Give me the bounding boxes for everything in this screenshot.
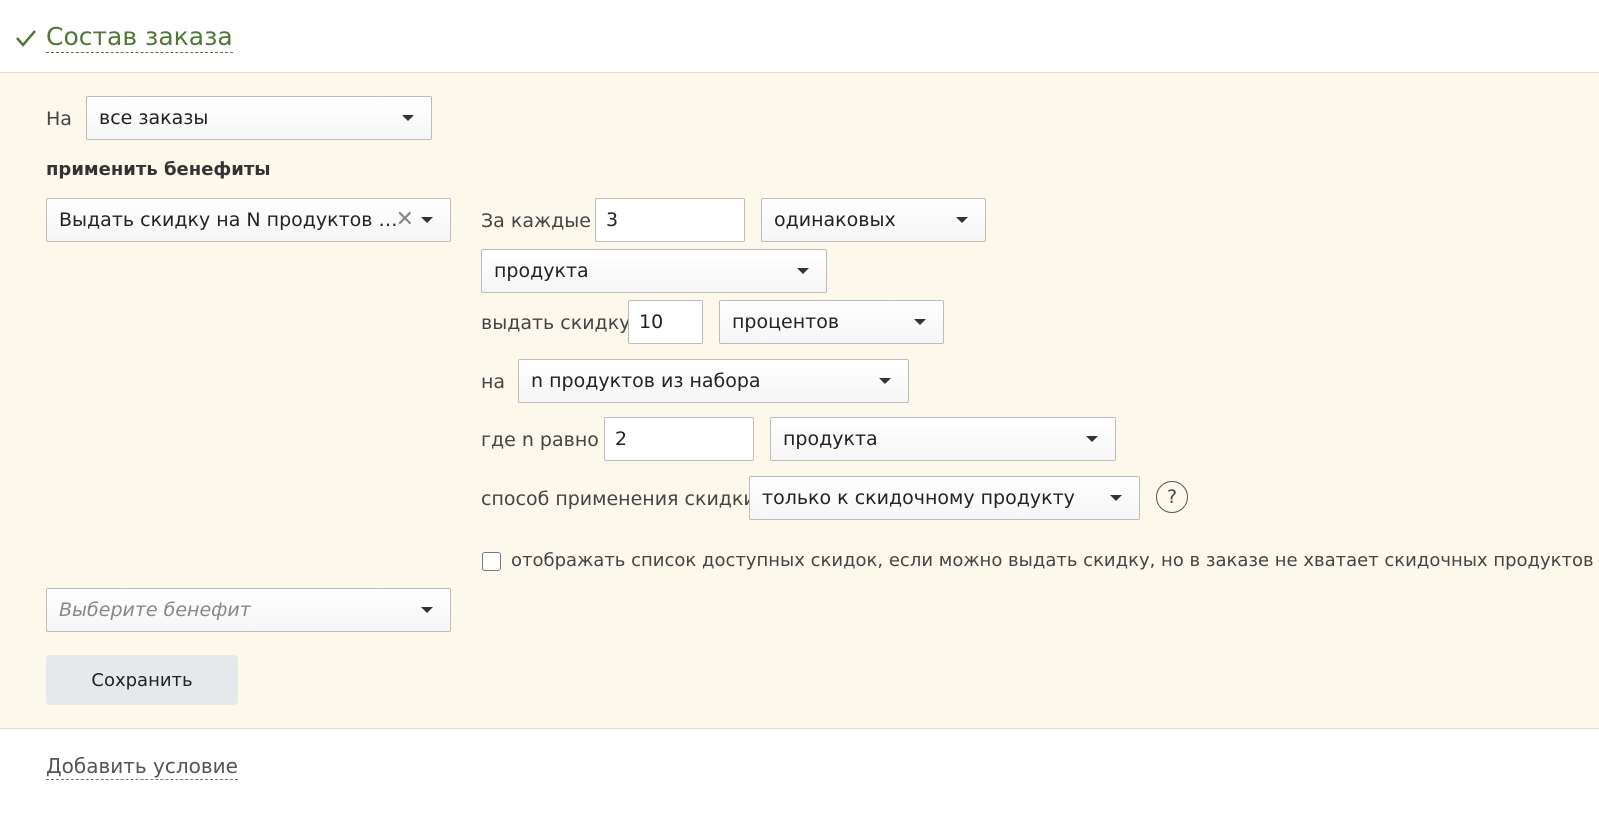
target-select[interactable]: n продуктов из набора <box>518 359 909 403</box>
chevron-down-icon <box>956 217 968 223</box>
method-label: способ применения скидки <box>481 488 756 510</box>
method-select[interactable]: только к скидочному продукту <box>749 476 1140 520</box>
show-list-checkbox[interactable] <box>482 552 501 571</box>
section-title[interactable]: Состав заказа <box>46 22 233 53</box>
chevron-down-icon <box>402 115 414 121</box>
check-icon <box>16 30 36 47</box>
on-label: на <box>481 371 506 393</box>
section-header: Состав заказа <box>0 0 1599 73</box>
save-button[interactable]: Сохранить <box>46 655 238 705</box>
n-unit-select[interactable]: продукта <box>770 417 1116 461</box>
chevron-down-icon <box>421 217 433 223</box>
chevron-down-icon <box>914 319 926 325</box>
scope-label: На <box>46 108 72 130</box>
discount-type-select[interactable]: процентов <box>719 300 944 344</box>
scope-select[interactable]: все заказы <box>86 96 432 140</box>
clear-icon[interactable]: ✕ <box>396 199 414 241</box>
chevron-down-icon <box>421 607 433 613</box>
chevron-down-icon <box>797 268 809 274</box>
benefits-heading: применить бенефиты <box>46 159 271 180</box>
add-condition-link[interactable]: Добавить условие <box>46 754 238 780</box>
show-list-label: отображать список доступных скидок, если… <box>511 550 1594 571</box>
discount-value-input[interactable] <box>628 300 703 344</box>
n-value-input[interactable] <box>604 417 754 461</box>
condition-panel: На все заказы применить бенефиты Выдать … <box>0 73 1599 729</box>
unit-select[interactable]: продукта <box>481 249 827 293</box>
chevron-down-icon <box>879 378 891 384</box>
help-icon[interactable]: ? <box>1156 481 1188 513</box>
for-each-label: За каждые <box>481 210 591 232</box>
new-benefit-select[interactable]: Выберите бенефит <box>46 588 451 632</box>
give-discount-label: выдать скидку <box>481 312 631 334</box>
where-n-label: где n равно <box>481 429 599 451</box>
for-each-count-input[interactable] <box>595 198 745 242</box>
benefit-select[interactable]: Выдать скидку на N продуктов при ... ✕ <box>46 198 451 242</box>
chevron-down-icon <box>1086 436 1098 442</box>
chevron-down-icon <box>1110 495 1122 501</box>
kind-select[interactable]: одинаковых <box>761 198 986 242</box>
